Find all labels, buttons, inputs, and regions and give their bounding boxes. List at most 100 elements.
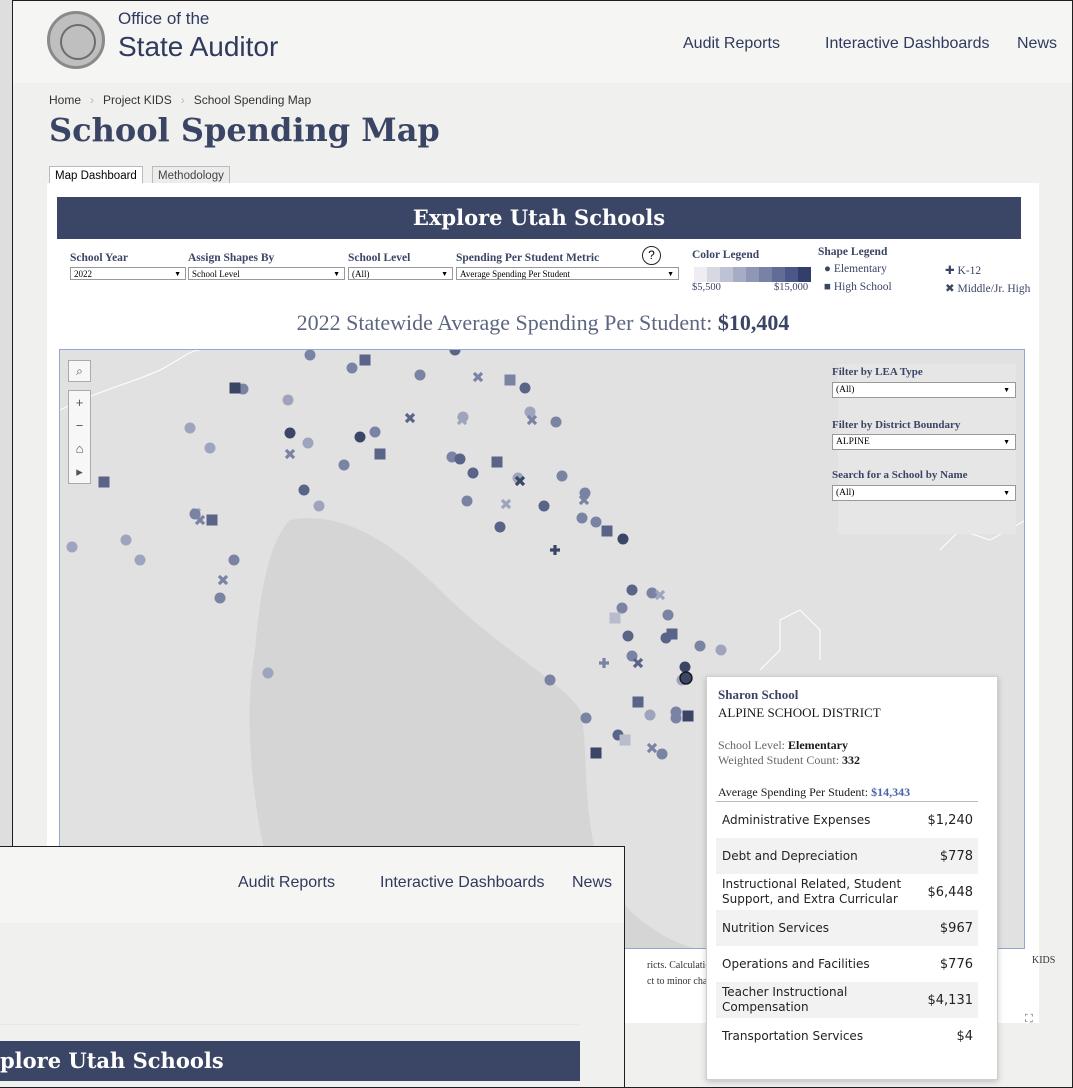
zoom-in-icon[interactable]: +: [69, 391, 90, 414]
school-marker-elementary[interactable]: [694, 640, 706, 652]
school-marker-elementary[interactable]: [519, 382, 531, 394]
school-marker-high-school[interactable]: [609, 612, 621, 624]
school-marker-elementary[interactable]: [550, 416, 562, 428]
school-marker-elementary[interactable]: [644, 709, 656, 721]
nav-audit-reports[interactable]: Audit Reports: [683, 35, 780, 53]
school-marker-middle-jr-high[interactable]: [472, 371, 484, 383]
nav-interactive-dashboards[interactable]: Interactive Dashboards: [825, 35, 990, 53]
school-marker-elementary[interactable]: [284, 427, 296, 439]
school-marker-elementary[interactable]: [262, 667, 274, 679]
state-seal-logo[interactable]: [47, 11, 105, 69]
school-marker-elementary[interactable]: [189, 508, 201, 520]
org-name-line2[interactable]: State Auditor: [118, 31, 278, 63]
nav-news-secondary[interactable]: News: [572, 874, 612, 892]
school-marker-high-school[interactable]: [619, 734, 631, 746]
school-marker-elementary[interactable]: [313, 500, 325, 512]
school-marker-high-school[interactable]: [504, 374, 516, 386]
breadcrumb-home[interactable]: Home: [49, 93, 81, 107]
school-marker-elementary[interactable]: [580, 712, 592, 724]
zoom-out-icon[interactable]: −: [69, 414, 90, 437]
school-marker-elementary[interactable]: [449, 350, 461, 356]
selected-school-marker[interactable]: [679, 671, 693, 685]
school-year-select[interactable]: 2022 ▼: [70, 267, 186, 280]
school-marker-middle-jr-high[interactable]: [500, 498, 512, 510]
school-marker-high-school[interactable]: [601, 525, 613, 537]
tooltip-row-label: Instructional Related, Student Support, …: [722, 877, 902, 906]
nav-interactive-dashboards-secondary[interactable]: Interactive Dashboards: [380, 874, 545, 892]
school-marker-elementary[interactable]: [414, 369, 426, 381]
school-marker-elementary[interactable]: [282, 394, 294, 406]
lea-type-select[interactable]: (All) ▼: [832, 382, 1016, 398]
school-marker-middle-jr-high[interactable]: [526, 414, 538, 426]
school-marker-elementary[interactable]: [369, 426, 381, 438]
school-marker-elementary[interactable]: [538, 500, 550, 512]
breadcrumb: Home › Project KIDS › School Spending Map: [49, 93, 311, 107]
school-marker-elementary[interactable]: [670, 712, 682, 724]
tooltip-row-label: Debt and Depreciation: [722, 848, 858, 863]
fullscreen-icon[interactable]: ⛶: [1025, 1013, 1033, 1026]
school-marker-elementary[interactable]: [616, 602, 628, 614]
nav-audit-reports-secondary[interactable]: Audit Reports: [238, 874, 335, 892]
school-marker-high-school[interactable]: [98, 476, 110, 488]
school-marker-elementary[interactable]: [544, 674, 556, 686]
school-marker-elementary[interactable]: [662, 609, 674, 621]
school-marker-high-school[interactable]: [632, 696, 644, 708]
school-marker-elementary[interactable]: [626, 584, 638, 596]
breadcrumb-project-kids[interactable]: Project KIDS: [103, 93, 172, 107]
metric-select[interactable]: Average Spending Per Student ▼: [456, 267, 679, 280]
nav-news[interactable]: News: [1017, 35, 1057, 53]
school-marker-elementary[interactable]: [354, 431, 366, 443]
school-marker-elementary[interactable]: [494, 521, 506, 533]
school-marker-elementary[interactable]: [622, 630, 634, 642]
school-marker-elementary[interactable]: [204, 442, 216, 454]
school-search-select[interactable]: (All) ▼: [832, 485, 1016, 501]
school-marker-elementary[interactable]: [66, 541, 78, 553]
school-marker-k12[interactable]: [599, 658, 609, 668]
assign-shapes-select[interactable]: School Level ▼: [188, 267, 345, 280]
school-marker-elementary[interactable]: [679, 661, 691, 673]
school-marker-elementary[interactable]: [298, 484, 310, 496]
school-marker-middle-jr-high[interactable]: [284, 448, 296, 460]
school-marker-elementary[interactable]: [120, 534, 132, 546]
school-marker-elementary[interactable]: [338, 459, 350, 471]
school-marker-middle-jr-high[interactable]: [404, 412, 416, 424]
school-marker-k12[interactable]: [550, 545, 560, 555]
school-marker-elementary[interactable]: [304, 350, 316, 361]
school-marker-high-school[interactable]: [491, 456, 503, 468]
school-marker-elementary[interactable]: [461, 495, 473, 507]
school-marker-high-school[interactable]: [590, 747, 602, 759]
school-marker-elementary[interactable]: [556, 470, 568, 482]
school-marker-elementary[interactable]: [184, 422, 196, 434]
home-icon[interactable]: ⌂: [69, 437, 90, 460]
help-icon[interactable]: ?: [642, 246, 661, 265]
school-marker-middle-jr-high[interactable]: [632, 657, 644, 669]
school-marker-high-school[interactable]: [359, 354, 371, 366]
school-marker-elementary[interactable]: [576, 512, 588, 524]
school-marker-elementary[interactable]: [467, 467, 479, 479]
school-marker-middle-jr-high[interactable]: [654, 589, 666, 601]
school-marker-elementary[interactable]: [660, 632, 672, 644]
school-marker-elementary[interactable]: [715, 644, 727, 656]
school-marker-elementary[interactable]: [214, 592, 226, 604]
school-marker-high-school[interactable]: [229, 382, 241, 394]
map-search-icon[interactable]: ⌕: [68, 360, 91, 382]
school-marker-elementary[interactable]: [302, 437, 314, 449]
school-marker-elementary[interactable]: [457, 411, 469, 423]
school-marker-high-school[interactable]: [374, 448, 386, 460]
tooltip-row-value: $967: [939, 920, 973, 936]
school-marker-high-school[interactable]: [206, 514, 218, 526]
school-marker-middle-jr-high[interactable]: [646, 742, 658, 754]
district-boundary-select[interactable]: ALPINE ▼: [832, 434, 1016, 450]
school-marker-elementary[interactable]: [617, 533, 629, 545]
tooltip-average-spending: Average Spending Per Student: $14,343: [718, 785, 911, 799]
school-marker-middle-jr-high[interactable]: [217, 574, 229, 586]
school-marker-high-school[interactable]: [682, 710, 694, 722]
school-level-select[interactable]: (All) ▼: [348, 267, 453, 280]
school-marker-elementary[interactable]: [454, 453, 466, 465]
school-marker-elementary[interactable]: [656, 748, 668, 760]
school-marker-elementary[interactable]: [590, 516, 602, 528]
school-marker-elementary[interactable]: [134, 554, 146, 566]
school-marker-elementary[interactable]: [346, 362, 358, 374]
school-marker-elementary[interactable]: [228, 554, 240, 566]
pan-arrow-icon[interactable]: ▸: [69, 460, 90, 483]
